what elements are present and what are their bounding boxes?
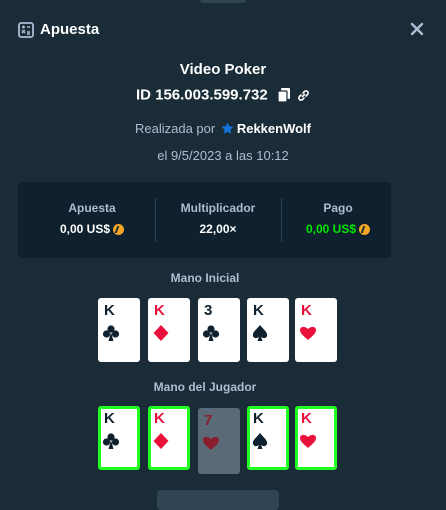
card-3-clubs: 3 — [198, 298, 240, 362]
wager-label: Apuesta — [68, 201, 116, 215]
stat-wager: Apuesta 0,00 US$ — [30, 182, 154, 258]
verified-star-icon — [221, 122, 234, 134]
placed-by: Realizada por RekkenWolf — [0, 121, 446, 136]
card-rank: K — [154, 410, 165, 427]
card-K-diamonds: K — [148, 406, 190, 470]
stat-multiplier: Multiplicador 22,00× — [156, 182, 280, 258]
initial-hand-label: Mano Inicial — [170, 271, 240, 285]
card-rank: K — [104, 302, 115, 319]
card-K-spades: K — [247, 406, 289, 470]
card-K-clubs: K — [98, 298, 140, 362]
player-hand-label: Mano del Jugador — [153, 380, 257, 394]
card-K-spades: K — [247, 298, 289, 362]
copy-icon[interactable] — [277, 88, 290, 103]
payout-label: Pago — [323, 201, 353, 215]
clubs-suit-icon — [102, 433, 120, 449]
modal-header: Apuesta — [0, 0, 446, 58]
player-hand: K K 7 K K — [0, 406, 410, 474]
card-rank: K — [104, 410, 115, 427]
coin-icon — [113, 224, 125, 235]
card-K-clubs: K — [98, 406, 140, 470]
clubs-suit-icon — [102, 325, 120, 341]
bet-date: el 9/5/2023 a las 10:12 — [157, 148, 289, 163]
diamonds-suit-icon — [153, 325, 169, 341]
stats-panel: Apuesta 0,00 US$ Multiplicador 22,00× Pa… — [18, 182, 391, 258]
hearts-suit-icon — [300, 434, 316, 448]
coin-icon — [359, 224, 371, 235]
card-rank: 3 — [204, 302, 213, 319]
wager-value: 0,00 US$ — [59, 222, 111, 236]
clubs-suit-icon — [202, 325, 220, 341]
bet-slip-icon — [18, 22, 34, 38]
multiplier-value: 22,00× — [199, 222, 237, 236]
bet-id-row: ID 156.003.599.732 — [0, 86, 446, 104]
hearts-suit-icon — [300, 326, 316, 340]
diamonds-suit-icon — [153, 433, 169, 449]
spades-suit-icon — [252, 325, 268, 341]
hearts-suit-icon — [203, 436, 219, 450]
card-K-diamonds: K — [148, 298, 190, 362]
multiplier-label: Multiplicador — [180, 201, 256, 215]
card-K-hearts: K — [295, 406, 337, 470]
bottom-action-button[interactable] — [157, 490, 279, 510]
username-link[interactable]: RekkenWolf — [237, 121, 311, 136]
wager-value-row: 0,00 US$ — [30, 222, 154, 236]
card-rank: K — [154, 302, 165, 319]
link-icon[interactable] — [297, 89, 310, 102]
card-rank: K — [301, 302, 312, 319]
close-icon[interactable] — [408, 20, 426, 38]
card-K-hearts: K — [295, 298, 337, 362]
payout-value: 0,00 US$ — [305, 222, 357, 236]
card-rank: 7 — [204, 412, 213, 429]
spades-suit-icon — [252, 433, 268, 449]
bet-id: ID 156.003.599.732 — [135, 86, 268, 104]
card-rank: K — [253, 410, 264, 427]
game-title: Video Poker — [179, 61, 267, 78]
card-rank: K — [301, 410, 312, 427]
card-7-hearts: 7 — [198, 408, 240, 474]
stat-payout: Pago 0,00 US$ — [276, 182, 400, 258]
payout-value-row: 0,00 US$ — [276, 222, 400, 236]
initial-hand: K K 3 K K — [0, 298, 410, 364]
card-rank: K — [253, 302, 264, 319]
modal-title: Apuesta — [40, 21, 100, 38]
placed-by-label: Realizada por — [134, 121, 216, 136]
